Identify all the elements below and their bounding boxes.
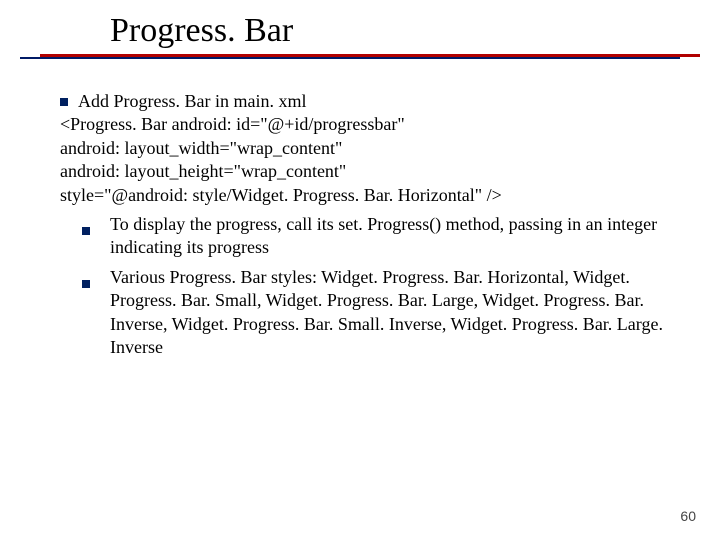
page-number: 60 — [680, 508, 696, 524]
code-line: android: layout_height="wrap_content" — [60, 160, 680, 183]
list-item: To display the progress, call its set. P… — [60, 213, 680, 260]
list-item-text: To display the progress, call its set. P… — [110, 213, 680, 260]
list-item: Various Progress. Bar styles: Widget. Pr… — [60, 266, 680, 360]
code-line: <Progress. Bar android: id="@+id/progres… — [60, 113, 680, 136]
code-line: android: layout_width="wrap_content" — [60, 137, 680, 160]
divider-blue — [20, 57, 680, 59]
code-line: style="@android: style/Widget. Progress.… — [60, 184, 680, 207]
intro-text: Add Progress. Bar in main. xml — [78, 91, 306, 111]
bullet-icon — [82, 280, 90, 288]
slide-body: Add Progress. Bar in main. xml <Progress… — [60, 90, 680, 361]
slide-title: Progress. Bar — [0, 12, 720, 54]
bullet-icon — [82, 227, 90, 235]
intro-line: Add Progress. Bar in main. xml — [60, 90, 680, 113]
code-block: <Progress. Bar android: id="@+id/progres… — [60, 113, 680, 207]
bullet-icon — [60, 98, 68, 106]
title-block: Progress. Bar — [0, 12, 720, 59]
slide: Progress. Bar Add Progress. Bar in main.… — [0, 0, 720, 540]
list-item-text: Various Progress. Bar styles: Widget. Pr… — [110, 266, 680, 360]
